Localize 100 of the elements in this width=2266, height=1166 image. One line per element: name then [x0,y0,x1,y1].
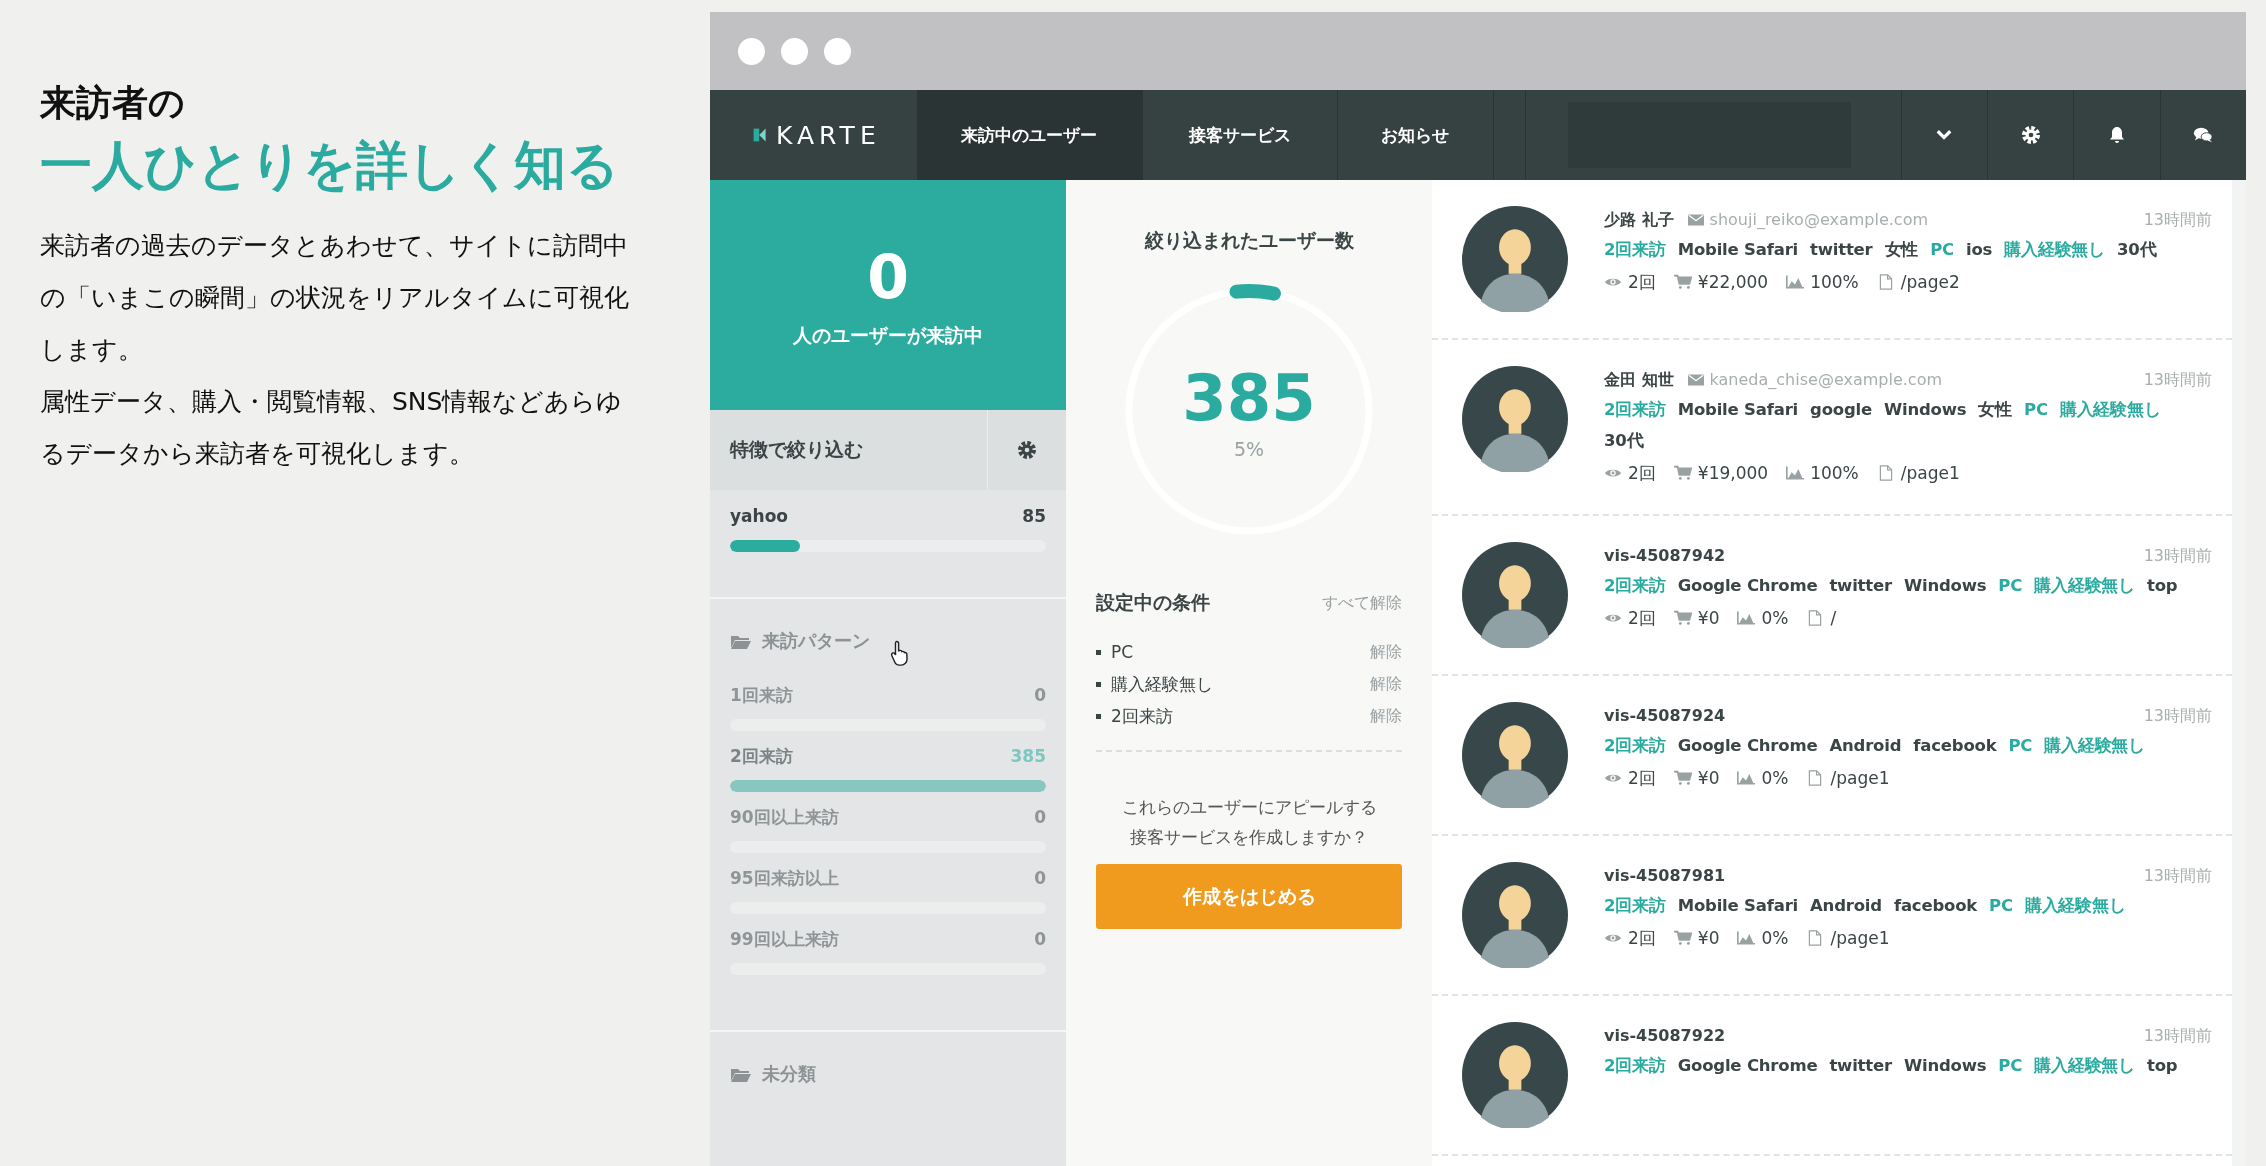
cart-icon [1673,770,1692,786]
stat-value: 100% [1810,462,1859,485]
attribute-tag: 購入経験無し [2024,890,2126,921]
filter-count: 0 [1034,928,1046,951]
user-row[interactable]: vis-45087922 13時間前 2回来訪 Google Chrome twitter Windows PC 購入経験無し top [1432,996,2232,1156]
filter-item[interactable]: yahoo 85 [710,496,1066,557]
window-dot[interactable] [824,37,851,65]
user-name: 少路 礼子 [1604,209,1674,231]
user-row[interactable]: vis-45087942 13時間前 2回来訪 Google Chrome twitter Windows PC 購入経験無し top 2回 ¥0 0% / [1432,516,2232,676]
stat-value: /page1 [1900,462,1960,485]
window-dot[interactable] [781,37,808,65]
filter-count: 385 [1010,745,1046,768]
chat-icon [2193,125,2214,145]
user-row[interactable]: vis-45087981 13時間前 2回来訪 Mobile Safari Android facebook PC 購入経験無し 2回 ¥0 0% /page1 [1432,836,2232,996]
filter-label: yahoo [730,505,788,528]
attribute-tag: Mobile Safari [1677,890,1799,921]
stat-value: /page2 [1900,271,1960,294]
attribute-tag: google [1810,394,1872,425]
attribute-tag: PC [1989,890,2013,921]
cart-icon [1673,930,1692,946]
mail-icon [1687,374,1704,386]
timestamp: 13時間前 [2143,369,2212,391]
attribute-tag: 女性 [1884,234,1919,265]
attribute-tag: ios [1965,234,1993,265]
attribute-tag: PC [2008,730,2033,761]
attribute-tag: Android [1829,730,1902,761]
folder-icon [730,633,752,649]
attribute-tag: 購入経験無し [2034,1050,2135,1081]
attribute-tag: 購入経験無し [2059,394,2161,425]
attribute-tag: Windows [1903,570,1987,601]
attribute-tag: 購入経験無し [2044,730,2146,761]
scrollbar[interactable] [2232,180,2246,1166]
cart-icon [1673,465,1692,481]
user-name: 金田 知世 [1604,369,1674,391]
attribute-tag: 2回来訪 [1604,570,1666,601]
attribute-tag: 2回来訪 [1604,730,1666,761]
user-name: vis-45087981 [1604,865,1726,887]
stat-value: 0% [1761,767,1789,790]
filter-count: 85 [1022,505,1046,528]
conditions-title: 設定中の条件 [1096,590,1210,615]
paragraph: 来訪者の過去のデータとあわせて、サイトに訪問中の「いまこの瞬間」の状況をリアルタイムに可視化します。 [40,230,630,366]
condition-label: PC [1111,642,1135,662]
summary-title: 絞り込まれたユーザー数 [1144,228,1354,253]
attribute-tag: twitter [1829,570,1892,601]
user-name: vis-45087922 [1604,1025,1726,1047]
attribute-tag: 2回来訪 [1604,234,1666,265]
attribute-tag: Mobile Safari [1677,234,1799,265]
user-row[interactable]: 少路 礼子 shouji_reiko@example.com 13時間前 2回来訪 Mobile Safari twitter 女性 PC ios 購入経験無し 30代 2回 ¥22,000 100% /page2 [1432,180,2232,340]
attribute-tag: 30代 [1604,425,1644,456]
filter-label: 99回以上来訪 [730,928,839,951]
percentage: 5% [1233,438,1265,460]
prompt-text: これらのユーザーにアピールする 接客サービスを作成しますか？ [1121,796,1377,849]
stat-value: 2回 [1628,927,1656,950]
stat-value: ¥0 [1697,767,1720,790]
user-count: 385 [1182,360,1316,437]
avatar-icon [1462,366,1568,472]
bullet-icon [1096,681,1101,687]
user-row[interactable]: 金田 知世 kaneda_chise@example.com 13時間前 2回来訪 Mobile Safari google Windows 女性 PC 購入経験無し 30代 2回 ¥19,000 100% /page1 [1432,340,2232,516]
attribute-tag: Android [1810,890,1882,921]
logo: KARTE [776,120,881,150]
filter-label: 90回以上来訪 [730,806,839,829]
stat-value: /page1 [1830,927,1890,950]
window-dot[interactable] [738,37,765,65]
bullet-icon [1096,649,1101,655]
attribute-tag: PC [2024,394,2048,425]
attribute-tag: 2回来訪 [1604,1050,1666,1081]
group-title: 未分類 [762,1062,816,1086]
area-chart-icon [1786,465,1805,481]
headline: 一人ひとりを詳しく知る [40,134,620,197]
timestamp: 13時間前 [2143,705,2212,727]
attribute-tag: Windows [1884,394,1967,425]
stat-value: ¥0 [1697,607,1720,630]
filter-label: 1回来訪 [730,684,793,707]
attribute-tag: PC [1998,570,2023,601]
filter-count: 0 [1034,684,1046,707]
cart-icon [1673,274,1692,290]
avatar-icon [1462,542,1568,648]
timestamp: 13時間前 [2143,865,2212,887]
attribute-tag: 2回来訪 [1604,394,1666,425]
user-email: kaneda_chise@example.com [1709,369,1942,391]
stat-value: 2回 [1628,767,1656,790]
visitor-label: 人のユーザーが来訪中 [793,323,983,348]
folder-icon [730,1066,752,1082]
user-row[interactable]: vis-45087924 13時間前 2回来訪 Google Chrome Android facebook PC 購入経験無し 2回 ¥0 0% /page1 [1432,676,2232,836]
attribute-tag: PC [1930,234,1954,265]
settings-icon [2020,125,2041,145]
visitor-count: 0 [867,241,909,313]
nav-tab[interactable]: 来訪中のユーザー [916,90,1143,180]
user-email: shouji_reiko@example.com [1709,209,1928,231]
area-chart-icon [1737,610,1756,626]
bullet-icon [1096,713,1101,719]
condition-label: 購入経験無し [1111,672,1214,696]
attribute-tag: 2回来訪 [1604,890,1666,921]
filter-count: 0 [1034,806,1046,829]
user-name: vis-45087942 [1604,545,1726,567]
user-name: vis-45087924 [1604,705,1726,727]
attribute-tag: 購入経験無し [2034,570,2135,601]
timestamp: 13時間前 [2143,545,2212,567]
stat-value: 2回 [1628,462,1656,485]
avatar-icon [1462,702,1568,808]
